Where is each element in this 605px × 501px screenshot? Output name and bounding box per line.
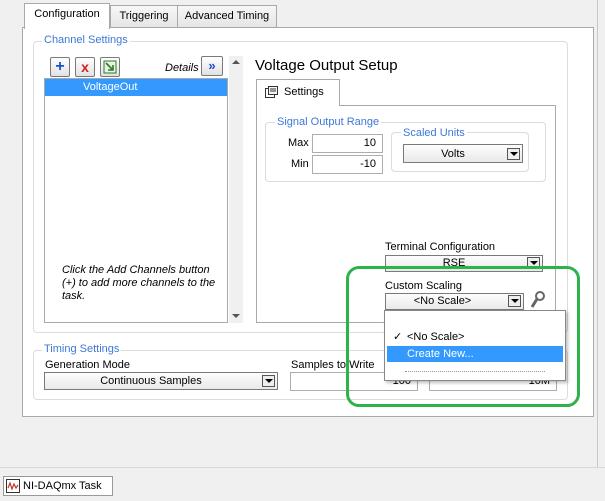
- annotation-highlight: [346, 266, 580, 407]
- tab-configuration[interactable]: Configuration: [24, 3, 110, 29]
- right-border: [597, 0, 598, 467]
- channel-settings-legend: Channel Settings: [42, 34, 130, 46]
- window-bottom-border: [0, 467, 605, 468]
- settings-icon: [265, 86, 278, 98]
- min-input[interactable]: -10: [312, 155, 383, 174]
- generation-mode-label: Generation Mode: [45, 359, 130, 371]
- chevron-down-icon[interactable]: [262, 375, 275, 387]
- tab-triggering[interactable]: Triggering: [110, 5, 178, 28]
- scroll-down-icon[interactable]: [232, 314, 240, 318]
- settings-tab-label: Settings: [284, 86, 324, 98]
- details-expand-button[interactable]: »: [201, 56, 223, 76]
- taskbar-tab[interactable]: NI-DAQmx Task: [3, 476, 113, 496]
- scaled-units-legend: Scaled Units: [401, 127, 467, 139]
- chevron-down-icon[interactable]: [507, 148, 520, 160]
- terminal-config-label: Terminal Configuration: [385, 241, 496, 253]
- scroll-up-icon[interactable]: [232, 60, 240, 64]
- tab-advanced-timing[interactable]: Advanced Timing: [177, 5, 277, 28]
- settings-tab[interactable]: Settings: [256, 79, 340, 106]
- channel-action-button[interactable]: [100, 57, 120, 77]
- add-channel-button[interactable]: +: [50, 57, 70, 77]
- scaled-units-select[interactable]: Volts: [403, 144, 523, 163]
- channel-hint-text: Click the Add Channels button (+) to add…: [62, 264, 216, 302]
- max-label: Max: [288, 137, 309, 149]
- max-input[interactable]: 10: [312, 134, 383, 153]
- channel-list-scrollbar[interactable]: [229, 56, 243, 323]
- daqmx-icon: [6, 479, 20, 493]
- arrow-down-right-icon: [103, 60, 117, 74]
- generation-mode-select[interactable]: Continuous Samples: [44, 372, 278, 390]
- remove-channel-button[interactable]: x: [75, 57, 95, 77]
- signal-output-range-legend: Signal Output Range: [275, 116, 382, 128]
- scaled-units-value: Volts: [441, 148, 465, 160]
- channel-list-item[interactable]: VoltageOut: [45, 79, 227, 96]
- voltage-setup-title: Voltage Output Setup: [255, 57, 398, 74]
- details-label: Details: [165, 62, 199, 74]
- min-label: Min: [291, 158, 309, 170]
- timing-settings-legend: Timing Settings: [42, 343, 122, 355]
- taskbar-label: NI-DAQmx Task: [23, 480, 102, 492]
- generation-mode-value: Continuous Samples: [100, 375, 202, 387]
